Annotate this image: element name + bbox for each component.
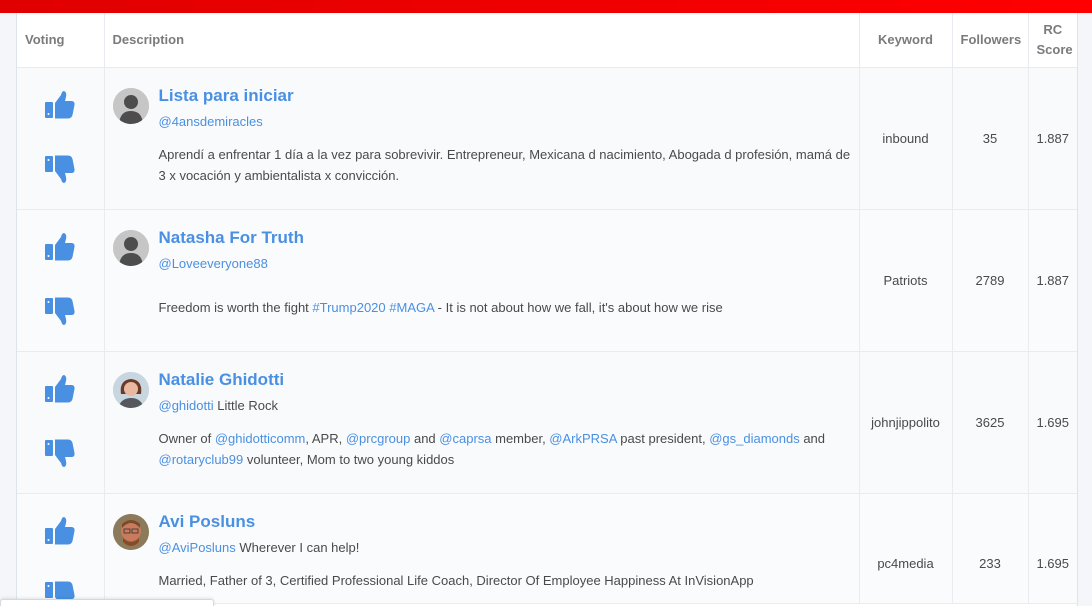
avatar[interactable]	[112, 229, 149, 266]
profile-photo-icon	[112, 371, 149, 408]
bio-text: Freedom is worth the fight	[158, 299, 313, 315]
thumbs-down-icon	[45, 297, 75, 325]
profile-bio: Owner of @ghidotticomm, APR, @prcgroup a…	[159, 428, 859, 470]
voting-cell	[17, 67, 105, 210]
downvote-button[interactable]	[44, 154, 76, 184]
header-rc-score-line1: RC	[1043, 21, 1063, 37]
bio-text: Married, Father of 3, Certified Professi…	[158, 572, 754, 588]
rc-score-cell: 1.887	[1028, 67, 1077, 210]
description-cell: Lista para iniciar @4ansdemiracles Apren…	[104, 67, 860, 210]
thumbs-up-icon	[45, 90, 75, 118]
description-cell: Natasha For Truth @Loveeveryone88 Freedo…	[104, 209, 860, 352]
header-keyword[interactable]: Keyword	[859, 13, 953, 68]
description-cell: Avi Posluns @AviPosluns Wherever I can h…	[104, 493, 860, 604]
avatar[interactable]	[112, 87, 149, 124]
handle-line: @ghidotti Little Rock	[159, 398, 278, 413]
table-row: Natasha For Truth @Loveeveryone88 Freedo…	[17, 209, 1077, 352]
avatar[interactable]	[112, 371, 149, 408]
header-rc-score-line2: Score	[1036, 41, 1073, 57]
header-followers[interactable]: Followers	[952, 13, 1029, 68]
thumbs-up-icon	[45, 374, 75, 402]
top-accent-bar	[0, 0, 1092, 13]
bio-text: and	[410, 430, 440, 446]
followers-cell: 2789	[952, 209, 1029, 352]
profile-handle[interactable]: @AviPosluns	[159, 540, 236, 555]
header-rc-score[interactable]: RC Score	[1028, 13, 1077, 68]
table-row: Avi Posluns @AviPosluns Wherever I can h…	[17, 493, 1077, 606]
right-gutter	[1078, 13, 1092, 606]
downvote-button[interactable]	[44, 296, 76, 326]
left-gutter	[0, 13, 16, 606]
handle-line: @AviPosluns Wherever I can help!	[159, 540, 360, 555]
profile-handle[interactable]: @4ansdemiracles	[159, 114, 263, 129]
rc-score-cell: 1.695	[1028, 493, 1077, 604]
followers-cell: 233	[952, 493, 1029, 604]
bio-link[interactable]: @caprsa	[439, 431, 491, 446]
bio-text: , APR,	[305, 430, 346, 446]
rc-score-cell: 1.887	[1028, 209, 1077, 352]
profile-name[interactable]: Avi Posluns	[159, 512, 256, 532]
thumbs-up-icon	[45, 516, 75, 544]
header-description[interactable]: Description	[104, 13, 860, 68]
bio-link[interactable]: @ArkPRSA	[549, 431, 616, 446]
handle-line: @Loveeveryone88	[159, 256, 268, 271]
default-avatar-icon	[112, 87, 149, 124]
downvote-button[interactable]	[44, 438, 76, 468]
upvote-button[interactable]	[44, 374, 76, 404]
bio-link[interactable]: #Trump2020	[312, 300, 385, 315]
table-row: Natalie Ghidotti @ghidotti Little Rock O…	[17, 351, 1077, 494]
bio-text: and	[799, 430, 826, 446]
rc-score-cell: 1.695	[1028, 351, 1077, 494]
thumbs-up-icon	[45, 232, 75, 260]
profile-photo-icon	[112, 513, 149, 550]
bio-text: member,	[491, 430, 550, 446]
followers-cell: 35	[952, 67, 1029, 210]
profile-bio: Married, Father of 3, Certified Professi…	[159, 570, 859, 591]
bio-text: Aprendí a enfrentar 1 día a la vez para …	[158, 146, 851, 183]
keyword-cell: Patriots	[859, 209, 953, 352]
bio-text: Owner of	[158, 430, 215, 446]
results-table-container: Voting Description Keyword Followers RC …	[16, 13, 1078, 606]
bio-link[interactable]: #MAGA	[389, 300, 434, 315]
bio-text: past president,	[616, 430, 710, 446]
default-avatar-icon	[112, 229, 149, 266]
bio-link[interactable]: @rotaryclub99	[159, 452, 244, 467]
upvote-button[interactable]	[44, 90, 76, 120]
upvote-button[interactable]	[44, 516, 76, 546]
keyword-cell: inbound	[859, 67, 953, 210]
profile-bio: Freedom is worth the fight #Trump2020 #M…	[159, 297, 859, 318]
bio-text: - It is not about how we fall, it's abou…	[434, 299, 723, 315]
profile-bio: Aprendí a enfrentar 1 día a la vez para …	[159, 144, 859, 186]
profile-name[interactable]: Lista para iniciar	[159, 86, 294, 106]
profile-handle[interactable]: @Loveeveryone88	[159, 256, 268, 271]
keyword-cell: johnjippolito	[859, 351, 953, 494]
bio-link[interactable]: @ghidotticomm	[215, 431, 306, 446]
profile-location: Little Rock	[217, 397, 278, 413]
table-header-row: Voting Description Keyword Followers RC …	[17, 13, 1077, 68]
thumbs-down-icon	[45, 439, 75, 467]
header-voting[interactable]: Voting	[17, 13, 105, 68]
results-table: Voting Description Keyword Followers RC …	[17, 13, 1077, 606]
bio-text: volunteer, Mom to two young kiddos	[243, 451, 455, 467]
voting-cell	[17, 351, 105, 494]
handle-line: @4ansdemiracles	[159, 114, 263, 129]
avatar[interactable]	[112, 513, 149, 550]
upvote-button[interactable]	[44, 232, 76, 262]
followers-cell: 3625	[952, 351, 1029, 494]
bio-link[interactable]: @prcgroup	[346, 431, 411, 446]
profile-handle[interactable]: @ghidotti	[159, 398, 214, 413]
table-row: Lista para iniciar @4ansdemiracles Apren…	[17, 67, 1077, 210]
description-cell: Natalie Ghidotti @ghidotti Little Rock O…	[104, 351, 860, 494]
profile-name[interactable]: Natasha For Truth	[159, 228, 304, 248]
thumbs-down-icon	[45, 155, 75, 183]
profile-location: Wherever I can help!	[239, 539, 360, 555]
profile-name[interactable]: Natalie Ghidotti	[159, 370, 285, 390]
bottom-popup-edge	[0, 599, 214, 606]
keyword-cell: pc4media	[859, 493, 953, 604]
voting-cell	[17, 493, 105, 606]
voting-cell	[17, 209, 105, 352]
bio-link[interactable]: @gs_diamonds	[709, 431, 800, 446]
